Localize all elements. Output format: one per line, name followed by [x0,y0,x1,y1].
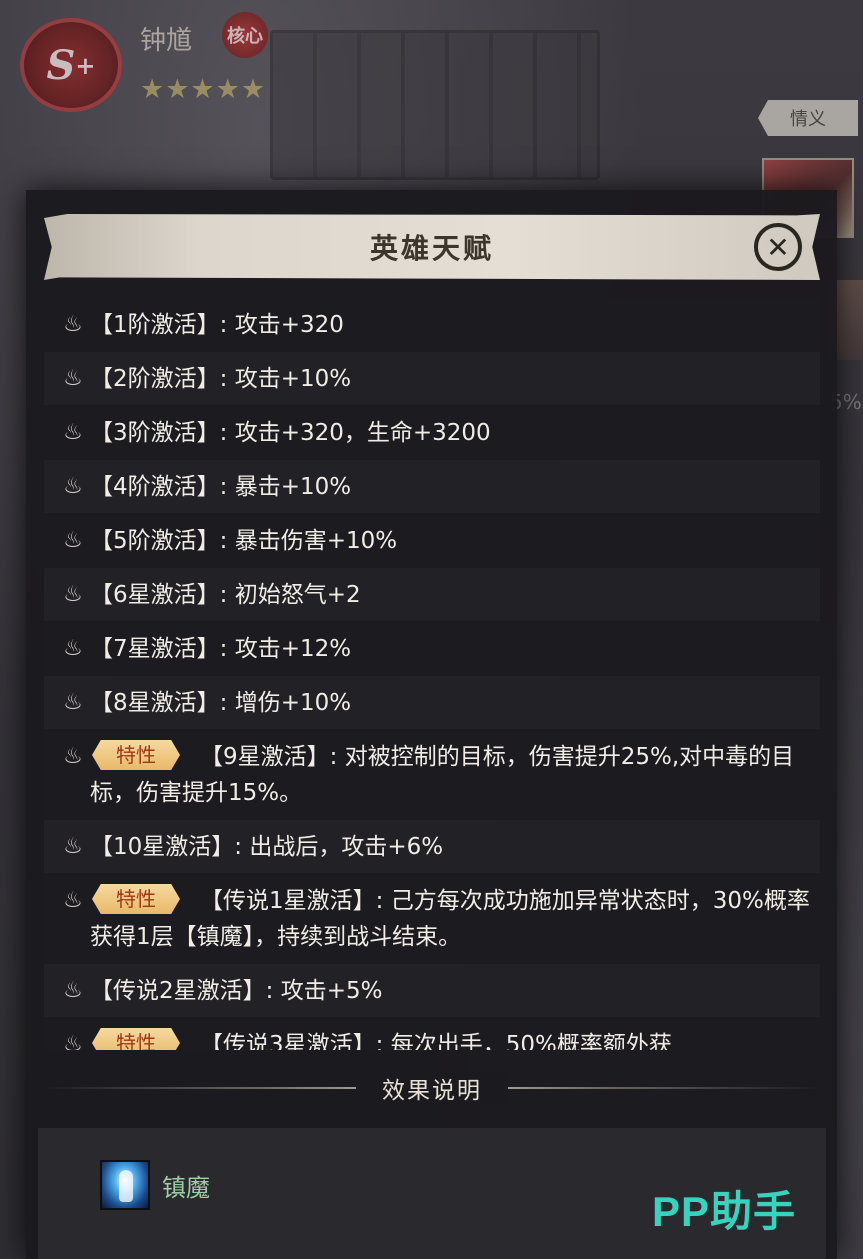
talent-description: 【7星激活】: 攻击+12% [90,636,352,662]
talent-row: ♨ 【8星激活】: 增伤+10% [44,676,820,729]
flame-icon: ♨ [63,978,83,1003]
flame-icon: ♨ [63,888,83,913]
talent-text: 特性 【传说1星激活】: 己方每次成功施加异常状态时，30%概率获得1层【镇魔】，… [90,883,810,955]
flame-icon: ♨ [63,582,83,607]
modal-title: 英雄天赋 [369,232,494,265]
talent-row: ♨ 特性 【传说1星激活】: 己方每次成功施加异常状态时，30%概率获得1层【镇魔】… [44,874,820,963]
talent-text: 【3阶激活】: 攻击+320，生命+3200 [90,415,810,451]
talent-text: 【7星激活】: 攻击+12% [90,631,810,667]
flame-icon: ♨ [63,474,83,499]
hero-rank: S [46,41,76,89]
zhenmo-spirit-icon [100,1160,150,1210]
flame-icon: ♨ [63,366,83,391]
watermark-logo: PP助手 [652,1188,797,1235]
talent-description: 【4阶激活】: 暴击+10% [90,474,352,500]
talent-description: 【传说3星激活】: 每次出手，50%概率额外获 [200,1032,672,1050]
flame-icon: ♨ [63,636,83,661]
effect-name: 镇魔 [162,1173,210,1202]
talent-description: 【5阶激活】: 暴击伤害+10% [90,528,398,554]
talent-row: ♨ 【传说2星激活】: 攻击+5% [44,964,820,1017]
talent-description: 【6星激活】: 初始怒气+2 [90,582,361,608]
trait-badge: 特性 [92,884,180,914]
talent-text: 【1阶激活】: 攻击+320 [90,307,810,343]
hero-talent-modal: 英雄天赋 ✕ ♨ 【1阶激活】: 攻击+320 ♨ 【2阶激活】: 攻击+10% ♨ 【3… [26,190,837,1259]
divider-line-left [44,1087,356,1089]
talent-text: 【6星激活】: 初始怒气+2 [90,577,810,613]
flame-icon: ♨ [63,420,83,445]
flame-icon: ♨ [63,744,83,769]
talent-row: ♨ 【1阶激活】: 攻击+320 [44,298,820,351]
effect-section-label: 效果说明 [356,1071,508,1105]
talent-text: 特性 【传说3星激活】: 每次出手，50%概率额外获 [90,1027,810,1050]
effect-section-divider: 效果说明 [44,1060,820,1116]
talent-text: 【8星激活】: 增伤+10% [90,685,810,721]
trait-badge: 特性 [92,1028,180,1050]
flame-icon: ♨ [63,1032,83,1050]
background-shelf [270,30,600,180]
flame-icon: ♨ [63,312,83,337]
close-button[interactable]: ✕ [754,223,802,271]
talent-row: ♨ 【2阶激活】: 攻击+10% [44,352,820,405]
talent-description: 【传说2星激活】: 攻击+5% [90,978,383,1004]
talent-text: 【10星激活】: 出战后，攻击+6% [90,829,810,865]
modal-title-bar: 英雄天赋 ✕ [44,214,820,280]
talent-row: ♨ 【3阶激活】: 攻击+320，生命+3200 [44,406,820,459]
hero-rank-plus: + [75,50,96,80]
talent-row: ♨ 【5阶激活】: 暴击伤害+10% [44,514,820,567]
hero-core-tag: 核心 [222,12,268,58]
hero-star-rating: ★★★★★ [140,74,267,105]
effect-item[interactable]: 镇魔 [100,1160,210,1210]
talent-text: 【5阶激活】: 暴击伤害+10% [90,523,810,559]
talent-list[interactable]: ♨ 【1阶激活】: 攻击+320 ♨ 【2阶激活】: 攻击+10% ♨ 【3阶激活】: 攻… [44,298,820,1050]
talent-description: 【9星激活】: 对被控制的目标，伤害提升25%,对中毒的目标，伤害提升15%。 [90,744,795,806]
qingyi-tab[interactable]: 情义 [758,100,858,136]
talent-row: ♨ 特性 【9星激活】: 对被控制的目标，伤害提升25%,对中毒的目标，伤害提升15… [44,730,820,819]
talent-row: ♨ 【6星激活】: 初始怒气+2 [44,568,820,621]
talent-description: 【传说1星激活】: 己方每次成功施加异常状态时，30%概率获得1层【镇魔】，持续… [90,888,810,950]
hero-rank-badge: S + [20,18,122,112]
flame-icon: ♨ [63,690,83,715]
talent-text: 【2阶激活】: 攻击+10% [90,361,810,397]
flame-icon: ♨ [63,528,83,553]
talent-description: 【8星激活】: 增伤+10% [90,690,352,716]
divider-line-right [508,1087,820,1089]
trait-badge: 特性 [92,740,180,770]
talent-description: 【2阶激活】: 攻击+10% [90,366,352,392]
close-icon: ✕ [766,230,790,264]
talent-row: ♨ 【10星激活】: 出战后，攻击+6% [44,820,820,873]
talent-description: 【10星激活】: 出战后，攻击+6% [90,834,444,860]
flame-icon: ♨ [63,834,83,859]
talent-row: ♨ 【4阶激活】: 暴击+10% [44,460,820,513]
talent-description: 【3阶激活】: 攻击+320，生命+3200 [90,420,491,446]
talent-row: ♨ 【7星激活】: 攻击+12% [44,622,820,675]
talent-row: ♨ 特性 【传说3星激活】: 每次出手，50%概率额外获 [44,1018,820,1050]
talent-text: 特性 【9星激活】: 对被控制的目标，伤害提升25%,对中毒的目标，伤害提升15%… [90,739,810,811]
talent-description: 【1阶激活】: 攻击+320 [90,312,344,338]
talent-text: 【4阶激活】: 暴击+10% [90,469,810,505]
hero-name: 钟馗 [140,26,193,56]
talent-text: 【传说2星激活】: 攻击+5% [90,973,810,1009]
